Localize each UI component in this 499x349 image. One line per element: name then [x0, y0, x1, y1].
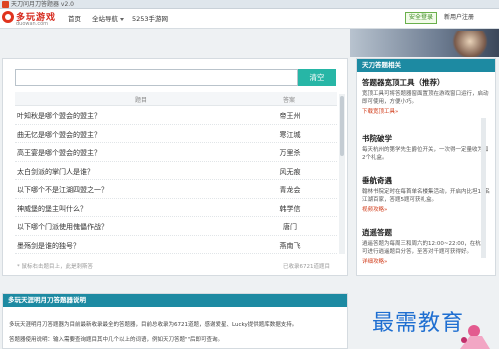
table-footnote: * 鼠标右击题目上，此是刺斯答 [17, 264, 93, 270]
answer-cell: 万里杀 [279, 149, 301, 157]
question-cell: 以下哪个门派使用傀儡作战？ [17, 223, 108, 231]
column-header-question: 题目 [135, 97, 148, 104]
new-user-register-link[interactable]: 新用户注册 [440, 12, 478, 24]
sidebar-section-title: 答题器宽顶工具（推荐） [362, 78, 445, 87]
question-cell: 曲无忆是哪个盟会的盟主？ [17, 130, 101, 139]
answer-cell: 青龙会 [279, 186, 301, 194]
duowan-logo[interactable]: 多玩游戏 duowan.com [2, 10, 56, 28]
answer-cell: 帝王州 [279, 112, 301, 120]
table-row[interactable]: 高王宴是哪个盟会的盟主？ 万里杀 [15, 143, 337, 162]
nav-mobile-games-link[interactable]: 5253手游网 [132, 13, 168, 23]
sidebar-section-desc: 逍遥答题为每周三和周六的12:00~22:00，在杭州可进行逍遥题目分答，至答对… [362, 241, 487, 255]
answer-panel: 清空 题目 答案 叶知秋是哪个盟会的盟主？ 帝王州曲无忆是哪个盟会的盟主？ 寒江城高… [2, 58, 348, 276]
scrollbar-thumb[interactable] [340, 96, 344, 156]
table-row[interactable]: 太白剑派的掌门人是谁？ 风无痕 [15, 162, 337, 180]
sidebar-scrollbar[interactable] [481, 118, 486, 258]
related-sidebar: 天刀答题相关 答题器宽顶工具（推荐） 宽顶工具可将答题器窗面置顶在游戏窗口运行，… [356, 58, 496, 276]
sidebar-section-title: 垂航奇遇 [362, 176, 392, 185]
question-table: 题目 答案 叶知秋是哪个盟会的盟主？ 帝王州曲无忆是哪个盟会的盟主？ 寒江城高王宴是… [15, 92, 337, 254]
sidebar-section-desc: 每天杭州的第学先生爵位开关，一次得一定量收为和2个礼盒。 [362, 147, 489, 161]
table-row[interactable]: 叶知秋是哪个盟会的盟主？ 帝王州 [15, 106, 337, 125]
sidebar-section-title: 逍遥答题 [362, 228, 392, 237]
sidebar-section-desc: 宽顶工具可将答题器窗面置顶在游戏窗口运行，启动即可使用，方便小巧。 [362, 91, 489, 105]
sidebar-section-link[interactable]: 下载宽顶工具» [362, 107, 490, 115]
table-row[interactable]: 以下哪个门派使用傀儡作战？ 唐门 [15, 217, 337, 236]
nav-all-sites-link[interactable]: 全站导航 [92, 13, 124, 23]
table-header: 题目 答案 [15, 92, 337, 106]
question-cell: 叶知秋是哪个盟会的盟主？ [17, 112, 101, 120]
sidebar-section-link[interactable]: 视频攻略» [362, 205, 490, 213]
sidebar-section-desc: 翰林书院定时在每首单名楼集活动，开启内比坦16名江湖百家，答题5题可获礼盒。 [362, 189, 491, 203]
logo-mark-icon [2, 11, 14, 23]
window-title: 天刀问月刀答题器 v2.0 [11, 1, 75, 8]
answer-cell: 韩学信 [279, 204, 301, 213]
question-cell: 以下哪个不是江湖四盟之一？ [17, 186, 108, 194]
sidebar-section-academy: 书院破学 每天杭州的第学先生爵位开关，一次得一定量收为和2个礼盒。 [362, 133, 490, 162]
top-navigation: 多玩游戏 duowan.com 首页 全站导航 5253手游网 安全登录 新用户… [0, 9, 499, 29]
safe-login-button[interactable]: 安全登录 [405, 12, 437, 24]
question-search-input[interactable] [15, 69, 298, 86]
table-row[interactable]: 墨殇剑是谁的独号？ 燕南飞 [15, 236, 337, 254]
chevron-down-icon [120, 17, 124, 21]
answer-cell: 唐门 [283, 223, 297, 231]
table-rows: 叶知秋是哪个盟会的盟主？ 帝王州曲无忆是哪个盟会的盟主？ 寒江城高王宴是哪个盟会的盟… [15, 106, 337, 254]
app-icon [2, 1, 9, 8]
sidebar-header: 天刀答题相关 [357, 59, 495, 72]
nav-all-sites-label: 全站导航 [92, 15, 118, 23]
logo-domain: duowan.com [16, 21, 48, 27]
sidebar-section-tool: 答题器宽顶工具（推荐） 宽顶工具可将答题器窗面置顶在游戏窗口运行，启动即可使用，… [362, 77, 490, 115]
table-row[interactable]: 曲无忆是哪个盟会的盟主？ 寒江城 [15, 125, 337, 143]
question-cell: 太白剑派的掌门人是谁？ [17, 167, 94, 176]
question-count: 已收录6721道题目 [283, 264, 330, 270]
clear-button[interactable]: 清空 [298, 69, 336, 86]
description-line-1: 多玩天涯明月刀答题器为目前最新收录最全的答题器，目前总收录为6721道题，感谢爱… [9, 322, 298, 328]
table-row[interactable]: 神威堡的堡主叫什么？ 韩学信 [15, 199, 337, 217]
window-titlebar: 天刀问月刀答题器 v2.0 [0, 0, 499, 9]
watermark-figure-icon [460, 325, 490, 349]
description-line-2: 答题器使用说明：输入需要查询题目其中几个以上的词语，例如天刀答题""后即可查询。 [9, 337, 224, 343]
question-cell: 墨殇剑是谁的独号？ [17, 241, 80, 250]
question-cell: 神威堡的堡主叫什么？ [17, 204, 87, 213]
nav-home-link[interactable]: 首页 [68, 13, 81, 23]
column-header-answer: 答案 [283, 97, 296, 104]
answer-cell: 风无痕 [279, 167, 301, 176]
sidebar-section-link[interactable]: 详细攻略» [362, 257, 490, 265]
question-cell: 高王宴是哪个盟会的盟主？ [17, 149, 101, 157]
game-banner-image [350, 29, 499, 57]
description-header: 多玩天涯明月刀答题器说明 [3, 294, 347, 307]
sidebar-section-encounter: 垂航奇遇 翰林书院定时在每首单名楼集活动，开启内比坦16名江湖百家，答题5题可获… [362, 175, 490, 213]
sidebar-section-xiaoyao: 逍遥答题 逍遥答题为每周三和周六的12:00~22:00，在杭州可进行逍遥题目分… [362, 227, 490, 265]
description-panel: 多玩天涯明月刀答题器说明 多玩天涯明月刀答题器为目前最新收录最全的答题器，目前总… [2, 293, 348, 349]
answer-cell: 燕南飞 [279, 241, 301, 250]
sidebar-section-title: 书院破学 [362, 134, 392, 143]
watermark-text: 最需教育 [372, 311, 465, 336]
table-row[interactable]: 以下哪个不是江湖四盟之一？ 青龙会 [15, 180, 337, 199]
answer-cell: 寒江城 [279, 130, 301, 139]
table-scrollbar[interactable] [339, 94, 345, 254]
